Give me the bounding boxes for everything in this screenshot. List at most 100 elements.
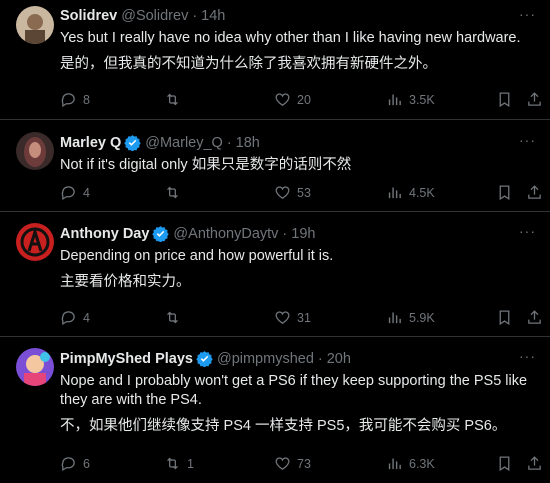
bookmark-button[interactable] — [496, 184, 519, 201]
user-handle[interactable]: @Marley_Q — [145, 135, 223, 151]
separator-dot: · — [192, 8, 198, 24]
reply-count: 8 — [83, 92, 90, 107]
tweet-anthony-day[interactable]: Anthony Day @AnthonyDaytv · 19h ··· Depe… — [0, 212, 550, 337]
share-button[interactable] — [526, 91, 549, 108]
like-count: 73 — [297, 456, 311, 471]
avatar[interactable] — [16, 223, 54, 261]
share-button[interactable] — [526, 309, 549, 326]
retweet-button[interactable] — [164, 184, 187, 201]
reply-count: 4 — [83, 185, 90, 200]
timestamp[interactable]: 20h — [327, 351, 351, 367]
reply-icon — [61, 186, 75, 201]
more-options-icon[interactable]: ··· — [519, 223, 536, 239]
reply-button[interactable]: 4 — [60, 309, 90, 326]
bookmark-icon — [499, 185, 510, 201]
more-options-icon[interactable]: ··· — [519, 132, 536, 148]
retweet-button[interactable] — [164, 309, 187, 326]
reply-feed: Solidrev @Solidrev · 14h ··· Yes but I r… — [0, 0, 550, 483]
tweet-translation: 是的，但我真的不知道为什么除了我喜欢拥有新硬件之外。 — [60, 56, 437, 72]
bookmark-button[interactable] — [496, 455, 519, 472]
views-button[interactable]: 3.5K — [386, 91, 435, 108]
verified-badge-icon — [124, 135, 141, 151]
views-chart-icon — [388, 187, 401, 199]
bookmark-button[interactable] — [496, 91, 519, 108]
separator-dot: · — [282, 225, 288, 242]
tweet-text: Nope and I probably won't get a PS6 if t… — [60, 373, 528, 408]
bookmark-button[interactable] — [496, 309, 519, 326]
display-name[interactable]: Solidrev — [60, 8, 117, 24]
reply-icon — [61, 457, 75, 472]
share-button[interactable] — [526, 455, 549, 472]
like-count: 31 — [297, 310, 311, 325]
tweet-translation: 不，如果他们继续像支持 PS4 一样支持 PS5，我可能不会购买 PS6。 — [60, 418, 507, 434]
tweet-solidrev[interactable]: Solidrev @Solidrev · 14h ··· Yes but I r… — [0, 0, 550, 120]
heart-icon — [275, 311, 290, 324]
more-options-icon[interactable]: ··· — [519, 6, 536, 22]
reply-count: 4 — [83, 310, 90, 325]
tweet-text: Not if it's digital only 如果只是数字的话则不然 — [60, 157, 352, 173]
tweet-pimpmyshed[interactable]: PimpMyShed Plays @pimpmyshed · 20h ··· N… — [0, 337, 550, 483]
views-chart-icon — [388, 458, 401, 470]
bookmark-icon — [499, 92, 510, 108]
share-button[interactable] — [526, 184, 549, 201]
retweet-icon — [167, 186, 178, 199]
display-name[interactable]: Marley Q — [60, 135, 121, 151]
view-count: 3.5K — [409, 92, 435, 107]
bookmark-icon — [499, 456, 510, 472]
tweet-translation: 主要看价格和实力。 — [60, 274, 191, 290]
user-handle[interactable]: @AnthonyDaytv — [173, 226, 278, 242]
tweet-actions: 4 31 5.9K — [60, 309, 541, 327]
avatar[interactable] — [16, 348, 54, 386]
view-count: 5.9K — [409, 310, 435, 325]
timestamp[interactable]: 18h — [236, 135, 260, 151]
views-button[interactable]: 6.3K — [386, 455, 435, 472]
views-button[interactable]: 5.9K — [386, 309, 435, 326]
retweet-count: 1 — [187, 456, 194, 471]
tweet-header: Solidrev @Solidrev · 14h — [60, 8, 225, 24]
heart-icon — [275, 457, 290, 470]
tweet-text: Depending on price and how powerful it i… — [60, 248, 334, 264]
tweet-actions: 8 20 3.5K — [60, 91, 541, 109]
views-chart-icon — [388, 94, 401, 106]
reply-button[interactable]: 4 — [60, 184, 90, 201]
like-button[interactable]: 73 — [274, 455, 311, 472]
like-button[interactable]: 31 — [274, 309, 311, 326]
reply-icon — [61, 311, 75, 326]
retweet-icon — [167, 457, 178, 470]
heart-icon — [275, 186, 290, 199]
retweet-icon — [167, 93, 178, 106]
user-handle[interactable]: @pimpmyshed — [217, 351, 314, 367]
display-name[interactable]: PimpMyShed Plays — [60, 351, 193, 367]
retweet-button[interactable]: 1 — [164, 455, 194, 472]
share-icon — [528, 456, 541, 470]
like-button[interactable]: 20 — [274, 91, 311, 108]
view-count: 6.3K — [409, 456, 435, 471]
tweet-marley-q[interactable]: Marley Q @Marley_Q · 18h ··· Not if it's… — [0, 120, 550, 212]
share-icon — [528, 92, 541, 106]
views-chart-icon — [388, 312, 401, 324]
heart-icon — [275, 93, 290, 106]
retweet-icon — [167, 311, 178, 324]
tweet-text: Yes but I really have no idea why other … — [60, 30, 521, 46]
like-button[interactable]: 53 — [274, 184, 311, 201]
view-count: 4.5K — [409, 185, 435, 200]
more-options-icon[interactable]: ··· — [519, 348, 536, 364]
tweet-header: PimpMyShed Plays @pimpmyshed · 20h — [60, 350, 351, 367]
retweet-button[interactable] — [164, 91, 187, 108]
avatar[interactable] — [16, 6, 54, 44]
reply-count: 6 — [83, 456, 90, 471]
display-name[interactable]: Anthony Day — [60, 226, 149, 242]
verified-badge-icon — [196, 351, 213, 367]
like-count: 53 — [297, 185, 311, 200]
timestamp[interactable]: 14h — [201, 8, 225, 24]
reply-button[interactable]: 6 — [60, 455, 90, 472]
timestamp[interactable]: 19h — [291, 226, 315, 242]
user-handle[interactable]: @Solidrev — [121, 8, 188, 24]
avatar[interactable] — [16, 132, 54, 170]
verified-badge-icon — [152, 226, 170, 242]
separator-dot: · — [317, 350, 323, 367]
bookmark-icon — [499, 310, 510, 326]
views-button[interactable]: 4.5K — [386, 184, 435, 201]
tweet-header: Anthony Day @AnthonyDaytv · 19h — [60, 225, 315, 242]
reply-button[interactable]: 8 — [60, 91, 90, 108]
